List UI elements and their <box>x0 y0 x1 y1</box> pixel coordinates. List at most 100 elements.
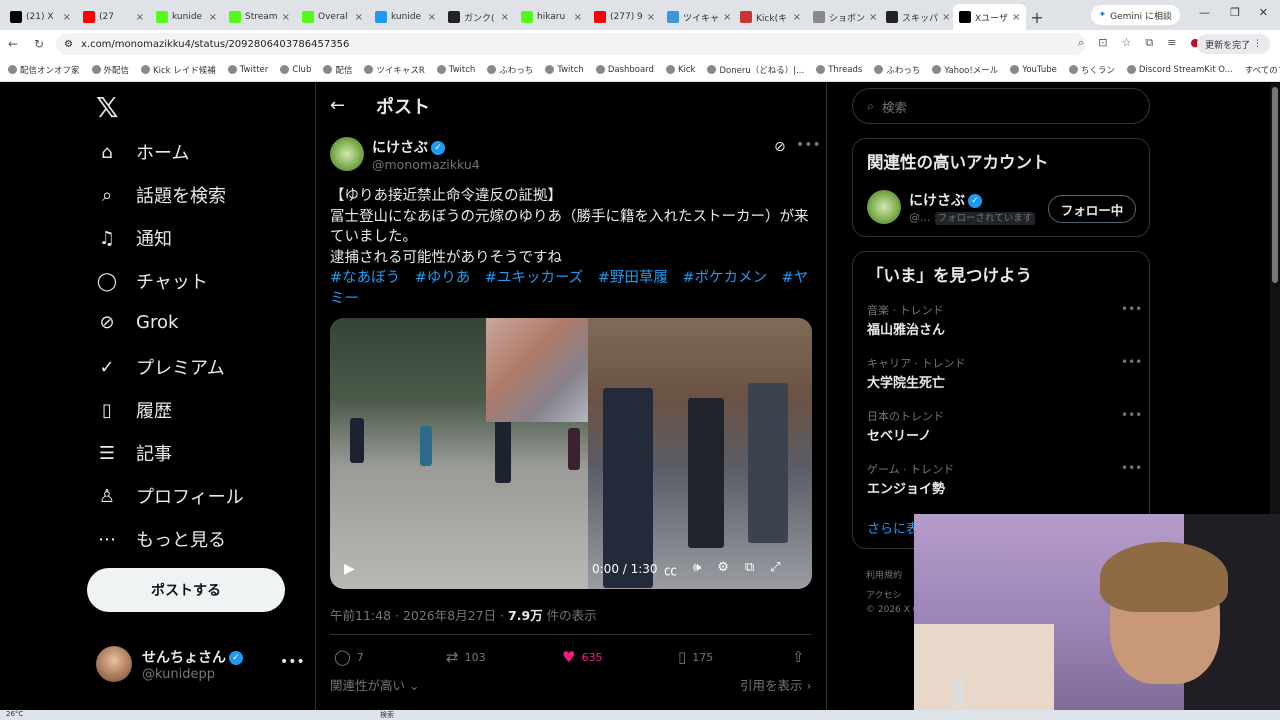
view-quotes-link[interactable]: 引用を表示 › <box>740 675 812 694</box>
nav-item[interactable]: ⋯ もっと見る <box>96 526 226 552</box>
bookmark-item[interactable]: 配信 <box>323 64 352 76</box>
close-window-button[interactable]: ✕ <box>1259 6 1268 19</box>
trend-more-icon[interactable]: ••• <box>1121 461 1142 475</box>
bookmark-item[interactable]: Kick <box>665 65 695 75</box>
browser-tab[interactable]: Xユーザ × <box>953 4 1026 30</box>
x-logo-icon[interactable]: 𝕏 <box>96 91 119 124</box>
bookmark-item[interactable]: Dashboard <box>595 65 654 75</box>
bookmark-item[interactable]: YouTube <box>1010 65 1057 75</box>
share-button[interactable]: ⇧ <box>792 648 805 666</box>
post-button[interactable]: ポストする <box>87 568 285 612</box>
repost-button[interactable]: ⇄ 103 <box>446 648 486 666</box>
menu-list-icon[interactable]: ≡ <box>1167 36 1176 50</box>
install-icon[interactable]: ⊡ <box>1098 36 1107 50</box>
nav-item[interactable]: ⌂ ホーム <box>96 139 189 165</box>
extensions-icon[interactable]: ⧉ <box>1145 36 1153 50</box>
settings-icon[interactable]: ⚙ <box>717 560 729 579</box>
trend-item[interactable]: 音楽 · トレンド 福山雅治さん ••• <box>867 302 1142 338</box>
url-bar[interactable]: ⚙ x.com/monomazikku4/status/209280640378… <box>56 33 1086 55</box>
browser-tab[interactable]: Stream × <box>223 4 296 30</box>
bookmark-item[interactable]: Yahoo!メール <box>932 64 998 76</box>
tab-close-icon[interactable]: × <box>793 12 801 23</box>
bookmark-item[interactable]: ちくラン <box>1068 64 1115 76</box>
maximize-button[interactable]: ❐ <box>1230 6 1240 19</box>
tab-close-icon[interactable]: × <box>1012 12 1020 23</box>
post-hashtags[interactable]: #なあぼう #ゆりあ #ユキッカーズ #野田草履 #ポケカメン #ヤミー <box>330 268 812 309</box>
footer-link[interactable]: 利用規約 <box>866 568 902 581</box>
tab-close-icon[interactable]: × <box>723 12 731 23</box>
nav-item[interactable]: ♫ 通知 <box>96 225 172 251</box>
bookmark-item[interactable]: ふわっち <box>487 64 533 76</box>
browser-tab[interactable]: ツイキャ × <box>661 4 734 30</box>
nav-item[interactable]: ♙ プロフィール <box>96 483 244 509</box>
tab-close-icon[interactable]: × <box>63 12 71 23</box>
browser-tab[interactable]: ショボン × <box>807 4 880 30</box>
browser-tab[interactable]: kunide × <box>369 4 442 30</box>
star-icon[interactable]: ☆ <box>1121 36 1131 50</box>
bookmark-item[interactable]: Twitch <box>436 65 475 75</box>
bookmark-item[interactable]: Club <box>280 65 311 75</box>
bookmark-item[interactable]: Threads <box>816 65 862 75</box>
tab-close-icon[interactable]: × <box>355 12 363 23</box>
related-account[interactable]: にけさぶ ✓ @... フォローされています <box>867 190 1036 225</box>
site-info-icon[interactable]: ⚙ <box>64 39 73 50</box>
grok-icon[interactable]: ⊘ <box>774 139 786 155</box>
zoom-icon[interactable]: ⌕ <box>1078 36 1084 50</box>
bookmark-item[interactable]: Twitch <box>545 65 584 75</box>
reply-button[interactable]: ◯ 7 <box>334 648 364 666</box>
search-input[interactable]: ⌕ 検索 <box>852 88 1150 124</box>
nav-item[interactable]: ▯ 履歴 <box>96 397 172 423</box>
tab-close-icon[interactable]: × <box>869 12 877 23</box>
tab-close-icon[interactable]: × <box>574 12 582 23</box>
trend-more-icon[interactable]: ••• <box>1121 408 1142 422</box>
bookmark-item[interactable]: 外配信 <box>91 64 129 76</box>
tab-close-icon[interactable]: × <box>501 12 509 23</box>
back-nav-icon[interactable]: ← <box>0 37 26 51</box>
volume-icon[interactable]: 🕪 <box>693 560 701 579</box>
reload-icon[interactable]: ↻ <box>26 37 52 51</box>
fullscreen-icon[interactable]: ⤢ <box>770 560 780 579</box>
tab-close-icon[interactable]: × <box>428 12 436 23</box>
browser-tab[interactable]: (27 × <box>77 4 150 30</box>
browser-tab[interactable]: (21) X × <box>4 4 77 30</box>
scroll-thumb[interactable] <box>1272 87 1278 283</box>
account-more-icon[interactable]: ••• <box>280 654 305 670</box>
bookmark-item[interactable]: Doneru（どねる）|... <box>707 64 804 76</box>
bookmark-item[interactable]: ツイキャスR <box>364 64 425 76</box>
trend-more-icon[interactable]: ••• <box>1121 302 1142 316</box>
minimize-button[interactable]: — <box>1199 6 1210 19</box>
taskbar-search[interactable]: 検索 <box>380 710 394 720</box>
more-options-icon[interactable]: ••• <box>796 137 821 153</box>
show-more-link[interactable]: さらに表 <box>867 518 919 537</box>
update-button[interactable]: 更新を完了 ⋮ <box>1197 34 1270 54</box>
tab-close-icon[interactable]: × <box>282 12 290 23</box>
browser-tab[interactable]: Kick(キ × <box>734 4 807 30</box>
pip-icon[interactable]: ⧉ <box>745 560 754 579</box>
tab-close-icon[interactable]: × <box>942 12 950 23</box>
post-timestamp[interactable]: 午前11:48 · 2026年8月27日 · <box>330 608 508 623</box>
browser-tab[interactable]: (277) 9 × <box>588 4 661 30</box>
browser-tab[interactable]: Overal × <box>296 4 369 30</box>
bookmark-button[interactable]: ▯ 175 <box>678 648 713 666</box>
bookmark-item[interactable]: ふわっち <box>874 64 920 76</box>
bookmark-item[interactable]: Discord StreamKit O... <box>1126 65 1233 75</box>
bookmark-item[interactable]: Kick レイド候補 <box>141 64 216 76</box>
back-arrow-icon[interactable]: ← <box>330 95 345 116</box>
browser-tab[interactable]: ガンク(× <box>442 4 515 30</box>
video-player[interactable]: ▶ 0:00 / 1:30 ㏄ 🕪 ⚙ ⧉ ⤢ <box>330 318 812 589</box>
gemini-button[interactable]: ✦ Gemini に相談 <box>1090 5 1180 25</box>
browser-tab[interactable]: kunide × <box>150 4 223 30</box>
tab-close-icon[interactable]: × <box>136 12 144 23</box>
nav-item[interactable]: ☰ 記事 <box>96 440 172 466</box>
tab-close-icon[interactable]: × <box>209 12 217 23</box>
account-switcher[interactable]: せんちょさん ✓ @kunidepp ••• <box>96 646 305 682</box>
nav-item[interactable]: ✓ プレミアム <box>96 354 224 380</box>
trend-item[interactable]: ゲーム · トレンド エンジョイ勢 ••• <box>867 461 1142 497</box>
browser-tab[interactable]: スキッパ × <box>880 4 953 30</box>
bookmark-item[interactable]: Twitter <box>227 65 268 75</box>
sort-relevance[interactable]: 関連性が高い ⌄ <box>330 675 419 694</box>
all-bookmarks-folder[interactable]: すべてのブックマーク <box>1245 64 1280 76</box>
author-avatar[interactable] <box>330 137 364 171</box>
trend-item[interactable]: 日本のトレンド セベリーノ ••• <box>867 408 1142 444</box>
bookmark-item[interactable]: 配信オンオフ家 <box>8 64 80 76</box>
